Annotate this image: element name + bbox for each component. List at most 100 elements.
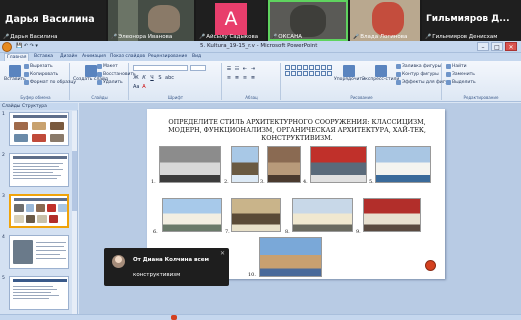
effects-icon <box>396 80 401 85</box>
thumbnail-scrollbar[interactable] <box>72 111 77 320</box>
font-color-buttons[interactable]: Aa A <box>133 84 147 90</box>
mic-muted-icon: 🎤 <box>425 34 432 40</box>
tab-design[interactable]: Дизайн <box>60 54 77 59</box>
image-number-label: 4. <box>303 179 308 185</box>
font-size-select[interactable] <box>190 65 206 71</box>
paste-icon <box>8 65 21 77</box>
building-image[interactable] <box>375 146 431 183</box>
ribbon-tabs: Главная Вставка Дизайн Анимация Показ сл… <box>0 53 521 61</box>
copy-button[interactable]: Копировать <box>24 72 58 77</box>
scroll-thumb[interactable] <box>72 151 77 211</box>
status-bar <box>0 314 521 320</box>
image-number-label: 7. <box>225 229 230 235</box>
participant-big-name: Гильмияров Д... <box>426 14 510 24</box>
arrange-button[interactable]: Упорядочить <box>334 65 365 82</box>
styles-icon <box>374 65 387 77</box>
paste-button[interactable]: Вставить <box>4 65 26 82</box>
participant-tile[interactable]: 🎤 ОКСАНА <box>268 0 348 41</box>
slide-number: 2 <box>2 153 5 158</box>
slide-number: 3 <box>2 194 5 199</box>
slide-number: 5 <box>2 276 5 281</box>
mic-muted-icon: 🎤 <box>3 34 10 40</box>
building-image[interactable] <box>231 198 281 232</box>
select-button[interactable]: Выделить <box>446 80 476 85</box>
building-image[interactable] <box>159 146 221 183</box>
image-number-label: 9. <box>356 229 361 235</box>
participant-tile[interactable]: Дарья Василина 🎤 Дарья Василина <box>0 0 106 41</box>
building-image[interactable] <box>259 237 322 277</box>
replace-button[interactable]: Заменить <box>446 72 475 77</box>
ribbon-group-drawing: Упорядочить Экспресс-стили Заливка фигур… <box>282 63 451 100</box>
font-name-select[interactable] <box>133 65 188 71</box>
chat-notification[interactable]: От Диана Колчина всем конструктивизм ✕ <box>104 248 229 286</box>
ribbon-group-slides: Создать слайд Макет Восстановить Удалить… <box>71 63 136 100</box>
participant-tile[interactable]: 🎤 Влада Логинова <box>350 0 420 41</box>
participant-tile[interactable]: 🎤 Элеонора Иванова <box>108 0 194 41</box>
image-number-label: 6. <box>153 229 158 235</box>
shapes-gallery[interactable] <box>285 65 332 76</box>
maximize-button[interactable]: □ <box>491 42 503 51</box>
participant-name-label: 🎤 Гильмияров Денисхам <box>425 34 498 40</box>
participant-tile[interactable]: Гильмияров Д... 🎤 Гильмияров Денисхам <box>422 0 521 41</box>
office-button[interactable] <box>2 42 12 52</box>
shape-outline-button[interactable]: Контур фигуры <box>396 72 439 77</box>
record-button[interactable] <box>425 260 436 271</box>
group-label: Слайды <box>91 95 108 100</box>
arrange-icon <box>343 65 356 77</box>
align-buttons[interactable]: ≡ ≣ ≡ ≣ <box>226 75 256 81</box>
group-label: Рисование <box>350 95 373 100</box>
slide-thumbnail-selected[interactable] <box>9 194 69 228</box>
close-button[interactable]: ✕ <box>505 42 517 51</box>
participant-video <box>372 2 404 36</box>
format-painter-button[interactable]: Формат по образцу <box>24 80 76 85</box>
cursor-icon <box>446 80 451 85</box>
slide-thumbnail[interactable] <box>9 235 69 269</box>
layout-button[interactable]: Макет <box>97 64 118 69</box>
window-controls: – □ ✕ <box>477 42 517 51</box>
chat-sender: От Диана Колчина всем <box>133 257 209 263</box>
mic-muted-icon: 🎤 <box>199 34 206 40</box>
slide-thumbnail[interactable] <box>9 112 69 146</box>
list-buttons[interactable]: ☰ ☷ ⇤ ⇥ <box>226 66 256 72</box>
quick-access-toolbar[interactable]: 💾 ↶ ↷ ▾ <box>16 43 38 49</box>
building-image[interactable] <box>363 198 421 232</box>
building-image[interactable] <box>231 146 259 183</box>
find-button[interactable]: Найти <box>446 64 467 69</box>
tab-slideshow[interactable]: Показ слайдов <box>110 54 145 59</box>
slides-pane: Слайды Структура 1 2 3 4 5 <box>0 103 78 320</box>
tab-view[interactable]: Вид <box>192 54 201 59</box>
cut-button[interactable]: Вырезать <box>24 64 53 69</box>
image-number-label: 5. <box>369 179 374 185</box>
pane-tabs: Слайды Структура <box>0 103 78 110</box>
status-indicator <box>171 315 177 320</box>
slide-heading[interactable]: ОПРЕДЕЛИТЕ СТИЛЬ АРХИТЕКТУРНОГО СООРУЖЕН… <box>156 118 438 142</box>
tab-review[interactable]: Рецензирование <box>148 54 187 59</box>
quick-styles-button[interactable]: Экспресс-стили <box>362 65 399 82</box>
tab-slides[interactable]: Слайды <box>2 104 20 109</box>
powerpoint-window: 💾 ↶ ↷ ▾ 5. Kultura_19-15_r.v - Microsoft… <box>0 41 521 320</box>
delete-slide-button[interactable]: Удалить <box>97 80 123 85</box>
slide-thumbnail[interactable] <box>9 153 69 187</box>
slide-thumbnail[interactable] <box>9 276 69 310</box>
participant-tile[interactable]: А 🎤 Айсылу Садыкова <box>196 0 266 41</box>
building-image[interactable] <box>267 146 301 183</box>
minimize-button[interactable]: – <box>477 42 489 51</box>
ribbon-group-editing: Найти Заменить Выделить Редактирование <box>443 63 519 100</box>
tab-animation[interactable]: Анимация <box>82 54 106 59</box>
shape-fill-button[interactable]: Заливка фигуры <box>396 64 441 69</box>
brush-icon <box>24 80 29 85</box>
ribbon: Вставить Вырезать Копировать Формат по о… <box>0 61 521 102</box>
tab-insert[interactable]: Вставка <box>34 54 53 59</box>
zoom-participant-strip: Дарья Василина 🎤 Дарья Василина 🎤 Элеонора… <box>0 0 521 41</box>
font-format-buttons[interactable]: Ж К Ч Sabc <box>133 75 174 81</box>
tab-outline[interactable]: Структура <box>22 104 47 109</box>
slide-number: 1 <box>2 112 5 117</box>
building-image[interactable] <box>292 198 353 232</box>
fill-icon <box>396 64 401 69</box>
building-image[interactable] <box>162 198 222 232</box>
close-icon[interactable]: ✕ <box>220 250 225 257</box>
group-label: Редактирование <box>463 95 499 100</box>
building-image[interactable] <box>310 146 367 183</box>
avatar: А <box>215 3 247 35</box>
tab-home[interactable]: Главная <box>4 53 30 61</box>
